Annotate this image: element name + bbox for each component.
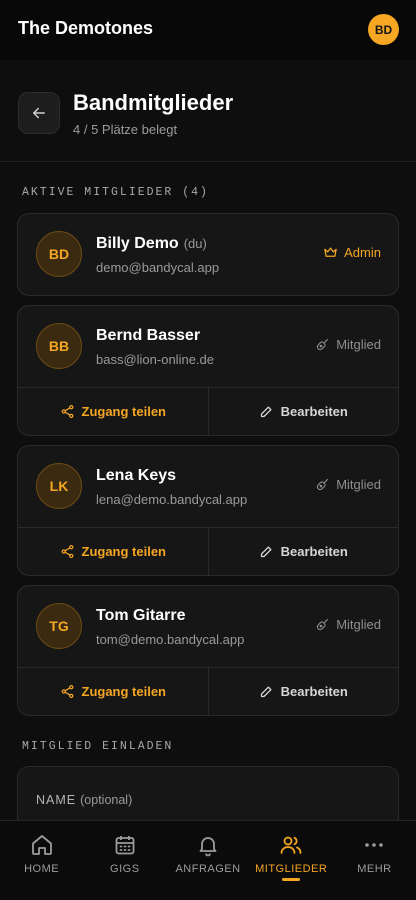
edit-button[interactable]: Bearbeiten: [209, 528, 399, 575]
section-label-active: AKTIVE MITGLIEDER (4): [22, 186, 209, 199]
share-icon: [61, 684, 73, 699]
arrow-left-icon: [33, 107, 45, 119]
active-indicator: [282, 878, 301, 881]
avatar: TG: [36, 603, 82, 649]
name-field-label: NAME (optional): [36, 793, 133, 807]
guitar-icon: [317, 478, 329, 491]
pencil-icon: [260, 686, 272, 698]
role-badge: Mitglied: [315, 477, 381, 492]
guitar-icon: [317, 618, 329, 631]
share-access-button[interactable]: Zugang teilen: [18, 388, 209, 435]
pencil-icon: [260, 406, 272, 418]
user-avatar[interactable]: BD: [368, 14, 399, 45]
more-icon: [365, 843, 384, 847]
app-title: The Demotones: [18, 18, 154, 38]
member-card: LK Lena Keys lena@demo.bandycal.app Mitg…: [17, 445, 399, 576]
nav-label: ANFRAGEN: [175, 863, 241, 875]
guitar-icon: [317, 338, 329, 351]
avatar: LK: [36, 463, 82, 509]
member-email: bass@lion-online.de: [96, 352, 214, 367]
calendar-icon: [115, 836, 135, 855]
member-email: tom@demo.bandycal.app: [96, 632, 245, 647]
member-card-admin: BD Billy Demo (du) demo@bandycal.app Admi…: [17, 213, 399, 296]
self-tag: (du): [183, 236, 207, 251]
avatar: BD: [36, 231, 82, 277]
role-badge: Mitglied: [315, 337, 381, 352]
nav-label: MITGLIEDER: [255, 863, 328, 875]
page-title: Bandmitglieder: [73, 90, 234, 115]
avatar: BB: [36, 323, 82, 369]
nav-gigs[interactable]: GIGS: [83, 821, 166, 900]
member-name: Billy Demo (du): [96, 235, 207, 252]
member-email: lena@demo.bandycal.app: [96, 492, 248, 507]
role-badge-admin: Admin: [323, 245, 381, 260]
nav-mehr[interactable]: MEHR: [333, 821, 416, 900]
share-icon: [61, 404, 73, 419]
bell-icon: [199, 837, 217, 857]
member-name: Lena Keys: [96, 467, 177, 484]
crown-icon: [324, 247, 337, 257]
share-access-button[interactable]: Zugang teilen: [18, 668, 209, 715]
top-bar: The Demotones BD: [0, 0, 416, 60]
edit-button[interactable]: Bearbeiten: [209, 388, 399, 435]
nav-mitglieder[interactable]: MITGLIEDER: [250, 821, 333, 900]
member-card: TG Tom Gitarre tom@demo.bandycal.app Mit…: [17, 585, 399, 716]
section-label-invite: MITGLIED EINLADEN: [22, 740, 174, 753]
nav-label: HOME: [24, 863, 60, 875]
users-icon: [280, 836, 302, 854]
share-access-button[interactable]: Zugang teilen: [18, 528, 209, 575]
nav-home[interactable]: HOME: [0, 821, 83, 900]
home-icon: [31, 835, 52, 855]
member-email: demo@bandycal.app: [96, 260, 220, 275]
pencil-icon: [260, 546, 272, 558]
member-card: BB Bernd Basser bass@lion-online.de Mitg…: [17, 305, 399, 436]
nav-label: MEHR: [357, 863, 392, 875]
nav-label: GIGS: [110, 863, 140, 875]
page-header: Bandmitglieder 4 / 5 Plätze belegt: [0, 60, 416, 162]
nav-anfragen[interactable]: ANFRAGEN: [166, 821, 249, 900]
page-subtitle: 4 / 5 Plätze belegt: [73, 122, 178, 137]
share-icon: [61, 544, 73, 559]
role-badge: Mitglied: [315, 617, 381, 632]
member-name: Bernd Basser: [96, 327, 201, 344]
bottom-nav: HOME GIGS ANFRAGEN MITGLIEDER MEHR: [0, 820, 416, 900]
back-button[interactable]: [18, 92, 60, 134]
member-name: Tom Gitarre: [96, 607, 186, 624]
edit-button[interactable]: Bearbeiten: [209, 668, 399, 715]
